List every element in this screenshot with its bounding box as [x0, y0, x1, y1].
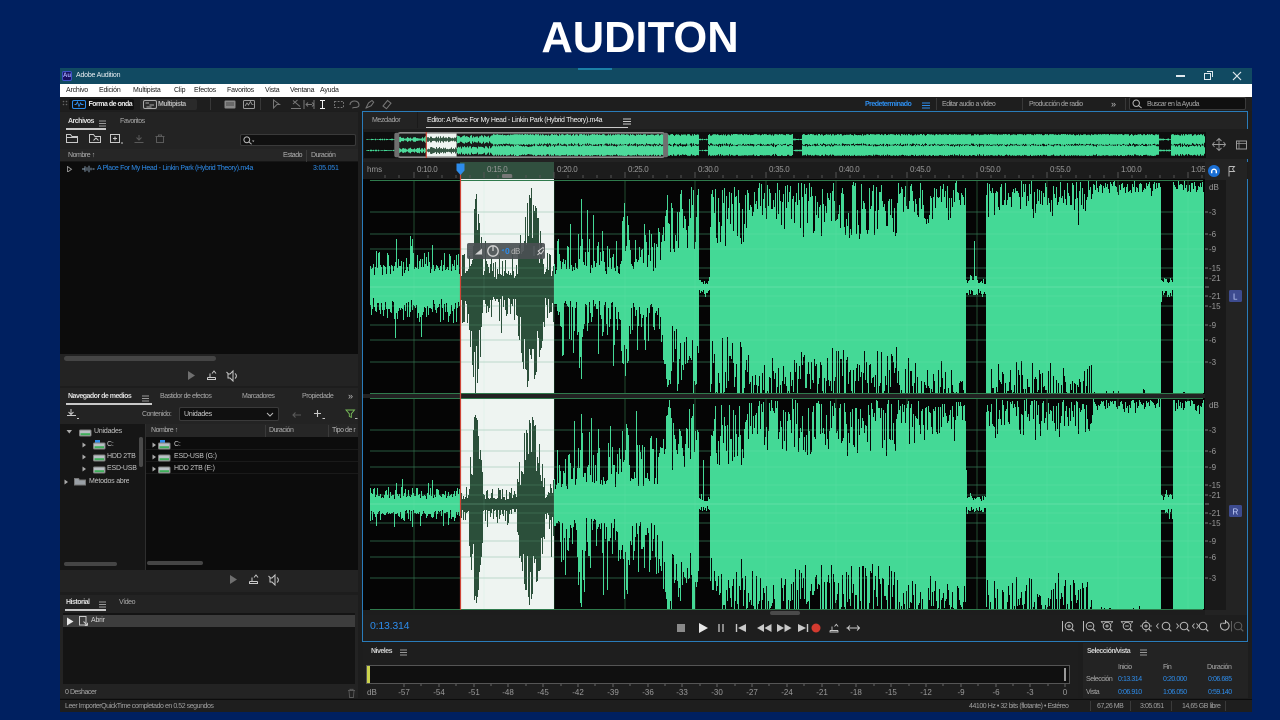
svg-text:0:30.0: 0:30.0 [698, 165, 719, 174]
svg-text:0: 0 [1063, 688, 1068, 697]
svg-text:-6: -6 [1209, 336, 1217, 345]
svg-text:-3: -3 [1209, 574, 1217, 583]
svg-text:-57: -57 [398, 688, 410, 697]
svg-text:0:20.0: 0:20.0 [557, 165, 578, 174]
svg-text:-3: -3 [1026, 688, 1034, 697]
svg-text:-9: -9 [1209, 537, 1217, 546]
svg-text:-15: -15 [1209, 481, 1221, 490]
svg-text:-51: -51 [468, 688, 480, 697]
svg-text:-21: -21 [1209, 274, 1221, 283]
svg-text:-42: -42 [572, 688, 584, 697]
svg-text:-18: -18 [850, 688, 862, 697]
svg-text:-3: -3 [1209, 426, 1217, 435]
svg-text:0:50.0: 0:50.0 [980, 165, 1001, 174]
svg-text:0:35.0: 0:35.0 [769, 165, 790, 174]
svg-text:-45: -45 [537, 688, 549, 697]
svg-text:0:15.0: 0:15.0 [487, 165, 508, 174]
svg-text:-6: -6 [992, 688, 1000, 697]
svg-text:0:45.0: 0:45.0 [910, 165, 931, 174]
svg-text:-6: -6 [1209, 553, 1217, 562]
svg-text:0:25.0: 0:25.0 [628, 165, 649, 174]
svg-text:-48: -48 [502, 688, 514, 697]
svg-text:-24: -24 [781, 688, 793, 697]
svg-text:-15: -15 [885, 688, 897, 697]
svg-text:-6: -6 [1209, 447, 1217, 456]
svg-text:1:00.0: 1:00.0 [1121, 165, 1142, 174]
svg-text:-27: -27 [746, 688, 758, 697]
svg-text:-12: -12 [920, 688, 932, 697]
svg-text:0:10.0: 0:10.0 [417, 165, 438, 174]
svg-text:-15: -15 [1209, 519, 1221, 528]
svg-text:-15: -15 [1209, 302, 1221, 311]
svg-text:L: L [1233, 293, 1238, 302]
svg-text:-21: -21 [1209, 509, 1221, 518]
svg-text:-9: -9 [1209, 245, 1217, 254]
svg-text:-54: -54 [433, 688, 445, 697]
svg-text:-3: -3 [1209, 208, 1217, 217]
svg-text:dB: dB [367, 688, 377, 697]
svg-text:-39: -39 [607, 688, 619, 697]
svg-text:-21: -21 [1209, 292, 1221, 301]
svg-text:-21: -21 [1209, 491, 1221, 500]
svg-text:-21: -21 [816, 688, 828, 697]
svg-text:-6: -6 [1209, 230, 1217, 239]
svg-text:hms: hms [367, 165, 382, 174]
svg-text:-36: -36 [642, 688, 654, 697]
svg-text:dB: dB [1209, 401, 1219, 410]
svg-text:-15: -15 [1209, 264, 1221, 273]
svg-text:-9: -9 [1209, 463, 1217, 472]
svg-text:R: R [1233, 508, 1239, 517]
svg-text:-3: -3 [1209, 358, 1217, 367]
svg-text:-30: -30 [711, 688, 723, 697]
svg-text:0:55.0: 0:55.0 [1050, 165, 1071, 174]
svg-text:-33: -33 [676, 688, 688, 697]
svg-text:-9: -9 [1209, 321, 1217, 330]
svg-text:0:40.0: 0:40.0 [839, 165, 860, 174]
svg-text:-9: -9 [957, 688, 965, 697]
svg-text:dB: dB [1209, 183, 1219, 192]
